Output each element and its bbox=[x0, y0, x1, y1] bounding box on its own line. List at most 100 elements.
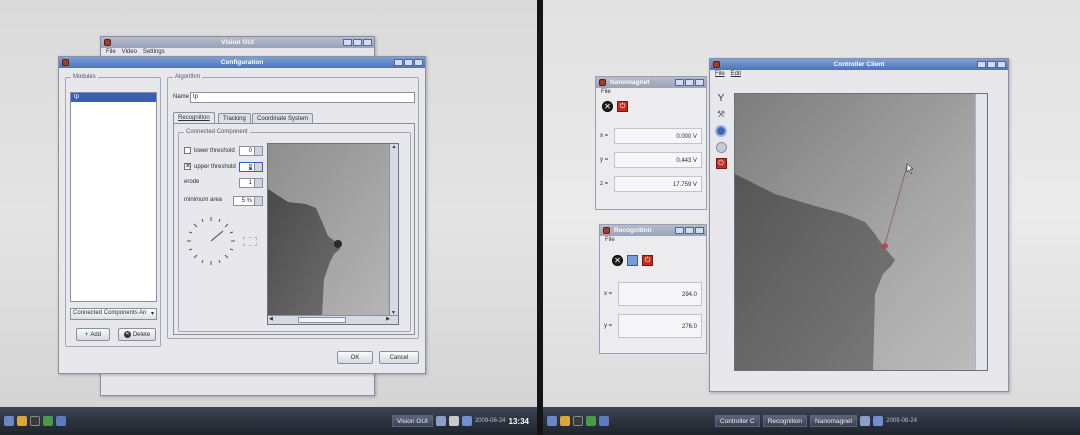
scroll-right-icon[interactable]: ▶ bbox=[386, 316, 390, 322]
minimize-icon[interactable] bbox=[675, 227, 684, 234]
home-icon[interactable] bbox=[560, 416, 570, 426]
name-input[interactable]: tp bbox=[190, 92, 415, 103]
scroll-left-icon[interactable]: ◀ bbox=[269, 316, 273, 322]
erode-spinner[interactable]: 1 bbox=[239, 178, 263, 188]
hscroll-thumb[interactable] bbox=[298, 317, 346, 323]
recognition-window[interactable]: Recognition File ✕ ⏻ x = 294.0 y = 276.0 bbox=[599, 224, 707, 354]
monitor-icon[interactable] bbox=[873, 416, 884, 426]
stop-icon[interactable]: ✕ bbox=[602, 101, 613, 112]
taskbar-item-controller[interactable]: Controller C bbox=[715, 415, 760, 427]
network-icon[interactable] bbox=[627, 255, 638, 266]
menu-file[interactable]: File bbox=[715, 71, 725, 78]
maximize-icon[interactable] bbox=[987, 61, 996, 68]
terminal-icon[interactable] bbox=[573, 416, 583, 426]
ok-button[interactable]: OK bbox=[337, 351, 373, 364]
minimize-icon[interactable] bbox=[977, 61, 986, 68]
recognition-titlebar[interactable]: Recognition bbox=[600, 225, 706, 236]
power-icon[interactable]: ⏻ bbox=[642, 255, 653, 266]
files-icon[interactable] bbox=[599, 416, 609, 426]
window-menu-icon[interactable] bbox=[599, 79, 606, 86]
volume-icon[interactable] bbox=[860, 416, 871, 426]
window-menu-icon[interactable] bbox=[104, 39, 111, 46]
minimum-area-spinner[interactable]: 5 % bbox=[233, 196, 263, 206]
modules-list[interactable]: tp bbox=[70, 92, 157, 302]
close-icon[interactable] bbox=[695, 227, 704, 234]
lower-threshold-spinner[interactable]: 0 bbox=[239, 146, 263, 156]
cancel-button[interactable]: Cancel bbox=[379, 351, 419, 364]
taskbar-item-vision-gui[interactable]: Vision GUI bbox=[391, 415, 433, 427]
minimize-icon[interactable] bbox=[675, 79, 684, 86]
tab-coordinate-system-label: Coordinate System bbox=[257, 116, 309, 122]
preview-micrograph bbox=[268, 144, 388, 316]
power-icon[interactable]: ⏻ bbox=[715, 158, 727, 169]
menu-video[interactable]: Video bbox=[122, 49, 137, 56]
home-icon[interactable] bbox=[17, 416, 27, 426]
terminal-icon[interactable] bbox=[30, 416, 40, 426]
network-icon[interactable] bbox=[43, 416, 53, 426]
module-type-select[interactable]: Connected Components An ▾ bbox=[70, 308, 157, 320]
nanomagnet-z-label: z = bbox=[600, 181, 609, 187]
erode-label: erode bbox=[184, 179, 200, 185]
stop-icon[interactable]: ✕ bbox=[612, 255, 623, 266]
lower-threshold-checkbox[interactable] bbox=[184, 147, 191, 154]
modules-legend: Modules bbox=[71, 74, 98, 80]
menu-edit[interactable]: Edit bbox=[731, 71, 741, 78]
monitor-icon[interactable] bbox=[461, 416, 472, 426]
close-icon[interactable] bbox=[414, 59, 423, 66]
window-menu-icon[interactable] bbox=[62, 59, 69, 66]
modules-list-item[interactable]: tp bbox=[71, 93, 156, 102]
antenna-icon[interactable]: Y bbox=[718, 93, 725, 104]
maximize-icon[interactable] bbox=[685, 227, 694, 234]
network-icon[interactable] bbox=[586, 416, 596, 426]
add-label: Add bbox=[90, 331, 102, 338]
configuration-dialog[interactable]: Configuration Modules tp Connected Compo… bbox=[58, 56, 426, 374]
controller-client-title: Controller Client bbox=[833, 61, 885, 68]
close-icon[interactable] bbox=[363, 39, 372, 46]
erode-value: 1 bbox=[248, 180, 252, 186]
camera-icon[interactable] bbox=[715, 125, 727, 137]
maximize-icon[interactable] bbox=[685, 79, 694, 86]
close-icon[interactable] bbox=[997, 61, 1006, 68]
vision-gui-titlebar[interactable]: Vision GUI bbox=[101, 37, 374, 48]
upper-threshold-spinner[interactable]: 4 bbox=[239, 162, 263, 172]
scroll-up-icon[interactable]: ▲ bbox=[390, 144, 398, 150]
minimize-icon[interactable] bbox=[394, 59, 403, 66]
nanomagnet-z-value: 17.759 V bbox=[614, 176, 702, 192]
maximize-icon[interactable] bbox=[404, 59, 413, 66]
window-menu-icon[interactable] bbox=[603, 227, 610, 234]
add-button[interactable]: + Add bbox=[76, 328, 110, 341]
minimize-icon[interactable] bbox=[343, 39, 352, 46]
start-menu-icon[interactable] bbox=[4, 416, 14, 426]
disc-icon[interactable] bbox=[715, 142, 727, 153]
dial-readout bbox=[243, 237, 257, 246]
maximize-icon[interactable] bbox=[353, 39, 362, 46]
preview-vscroll[interactable]: ▲ ▼ bbox=[389, 144, 398, 316]
preview-hscroll[interactable]: ◀ ▶ bbox=[268, 315, 398, 324]
angle-dial[interactable] bbox=[183, 213, 239, 269]
files-icon[interactable] bbox=[56, 416, 66, 426]
menu-settings[interactable]: Settings bbox=[143, 49, 165, 56]
camera-micrograph bbox=[735, 94, 987, 370]
recognition-menubar: File bbox=[600, 236, 706, 245]
upper-threshold-checkbox[interactable] bbox=[184, 162, 191, 170]
nanomagnet-titlebar[interactable]: Nanomagnet bbox=[596, 77, 706, 88]
menu-file[interactable]: File bbox=[601, 89, 611, 96]
start-menu-icon[interactable] bbox=[547, 416, 557, 426]
nanomagnet-window[interactable]: Nanomagnet File ✕ ⏻ x = 0.000 V y = 0.44… bbox=[595, 76, 707, 210]
window-menu-icon[interactable] bbox=[713, 61, 720, 68]
camera-vscroll[interactable] bbox=[975, 94, 987, 370]
menu-file[interactable]: File bbox=[106, 49, 116, 56]
power-icon[interactable]: ⏻ bbox=[617, 101, 628, 112]
controller-client-titlebar[interactable]: Controller Client bbox=[710, 59, 1008, 70]
controller-client-window[interactable]: Controller Client File Edit Y ⚒ ⏻ bbox=[709, 58, 1009, 392]
volume-icon[interactable] bbox=[435, 416, 446, 426]
configuration-titlebar[interactable]: Configuration bbox=[59, 57, 425, 68]
close-icon[interactable] bbox=[695, 79, 704, 86]
taskbar-item-recognition[interactable]: Recognition bbox=[762, 415, 808, 427]
taskbar-item-nanomagnet[interactable]: Nanomagnet bbox=[810, 415, 858, 427]
nanomagnet-y-value: 0.443 V bbox=[614, 152, 702, 168]
delete-button[interactable]: ✕ Delete bbox=[118, 328, 156, 341]
controller-menubar: File Edit bbox=[710, 70, 1008, 79]
wrench-icon[interactable]: ⚒ bbox=[717, 109, 725, 120]
menu-file[interactable]: File bbox=[605, 237, 615, 244]
